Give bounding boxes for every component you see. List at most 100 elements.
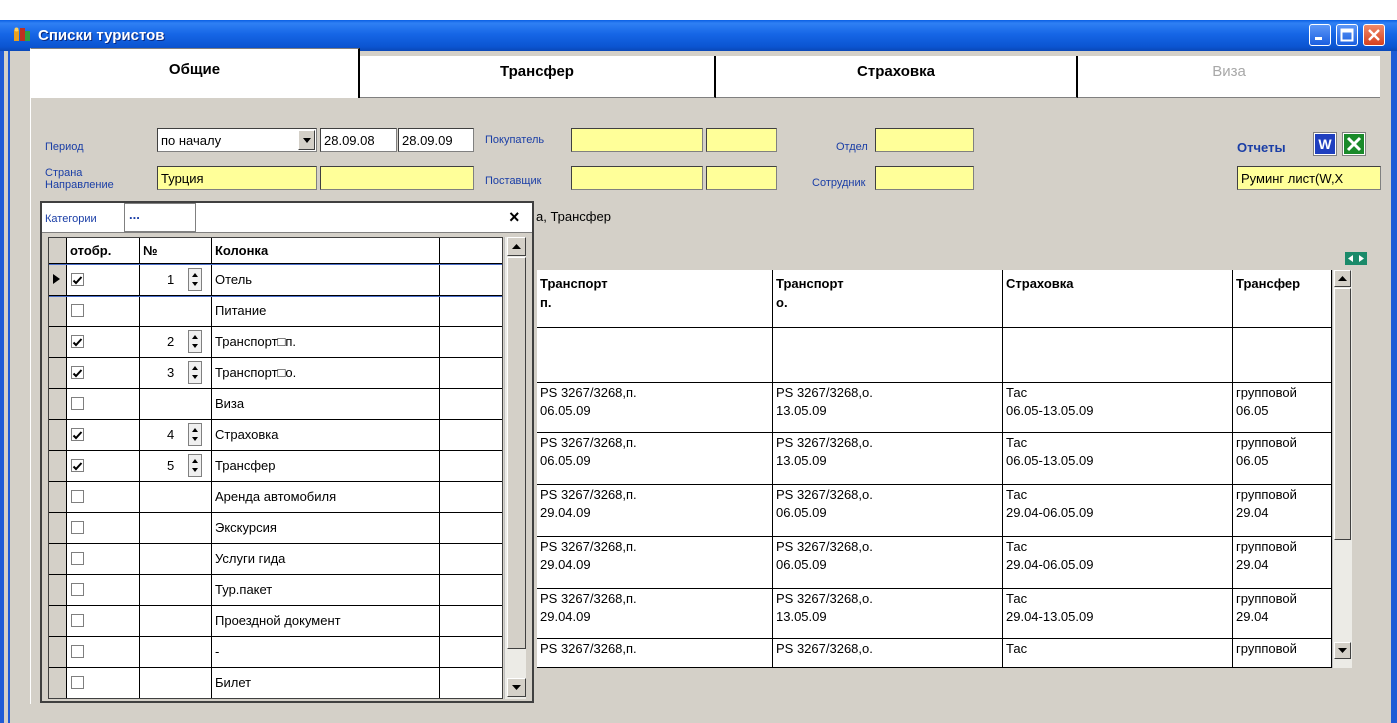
show-checkbox[interactable] bbox=[71, 335, 84, 348]
category-row[interactable]: - bbox=[49, 637, 502, 668]
grid-cell[interactable]: Тас 29.04-06.05.09 bbox=[1003, 537, 1233, 589]
employee-field[interactable] bbox=[875, 166, 974, 190]
category-row[interactable]: Услуги гида bbox=[49, 544, 502, 575]
tab-general[interactable]: Общие bbox=[30, 48, 360, 98]
category-row[interactable]: Экскурсия bbox=[49, 513, 502, 544]
column-header-insurance[interactable]: Страховка bbox=[1003, 270, 1233, 328]
reports-label: Отчеты bbox=[1237, 140, 1286, 155]
scroll-up-button[interactable] bbox=[507, 237, 526, 256]
category-row[interactable]: Питание bbox=[49, 296, 502, 327]
grid-scrollbar[interactable] bbox=[1332, 270, 1352, 668]
column-header-transfer[interactable]: Трансфер bbox=[1233, 270, 1332, 328]
department-field[interactable] bbox=[875, 128, 974, 152]
grid-cell[interactable]: PS 3267/3268,п. 29.04.09 bbox=[537, 537, 773, 589]
show-checkbox[interactable] bbox=[71, 614, 84, 627]
grid-cell[interactable]: PS 3267/3268,п. bbox=[537, 639, 773, 668]
buyer-field[interactable] bbox=[571, 128, 703, 152]
grid-cell[interactable]: PS 3267/3268,п. 29.04.09 bbox=[537, 485, 773, 537]
grid-cell[interactable]: групповой 06.05 bbox=[1233, 433, 1332, 485]
column-header-transport-out[interactable]: Транспорт п. bbox=[537, 270, 773, 328]
categories-scrollbar[interactable] bbox=[504, 237, 526, 699]
close-button[interactable] bbox=[1363, 24, 1385, 46]
tab-insurance[interactable]: Страховка bbox=[716, 56, 1078, 98]
category-row[interactable]: 1 Отель bbox=[49, 264, 502, 297]
close-icon[interactable]: × bbox=[509, 207, 520, 228]
show-checkbox[interactable] bbox=[71, 304, 84, 317]
grid-cell[interactable] bbox=[773, 328, 1003, 383]
excel-icon[interactable] bbox=[1342, 132, 1366, 156]
country-field[interactable]: Турция bbox=[157, 166, 317, 190]
scroll-down-button[interactable] bbox=[507, 678, 526, 697]
category-row[interactable]: Виза bbox=[49, 389, 502, 420]
order-spinner[interactable] bbox=[188, 423, 202, 446]
column-header-transport-back[interactable]: Транспорт о. bbox=[773, 270, 1003, 328]
header-show: отобр. bbox=[70, 243, 112, 258]
order-spinner[interactable] bbox=[188, 361, 202, 384]
grid-cell[interactable] bbox=[1003, 328, 1233, 383]
category-row[interactable]: 5 Трансфер bbox=[49, 451, 502, 482]
categories-picker-button[interactable]: ... bbox=[124, 203, 196, 232]
chevron-down-icon[interactable] bbox=[298, 130, 315, 150]
buyer-code-field[interactable] bbox=[706, 128, 777, 152]
category-row[interactable]: Проездной документ bbox=[49, 606, 502, 637]
scroll-thumb[interactable] bbox=[1334, 288, 1351, 540]
grid-cell[interactable]: Тас 29.04-06.05.09 bbox=[1003, 485, 1233, 537]
report-select[interactable]: Руминг лист(W,X bbox=[1237, 166, 1381, 190]
grid-cell[interactable]: групповой bbox=[1233, 639, 1332, 668]
grid-cell[interactable]: групповой 29.04 bbox=[1233, 589, 1332, 639]
scroll-down-button[interactable] bbox=[1334, 642, 1351, 659]
grid-cell[interactable]: групповой 29.04 bbox=[1233, 485, 1332, 537]
grid-cell[interactable]: PS 3267/3268,о. bbox=[773, 639, 1003, 668]
grid-cell[interactable]: Тас 06.05-13.05.09 bbox=[1003, 433, 1233, 485]
grid-cell[interactable]: PS 3267/3268,п. 06.05.09 bbox=[537, 383, 773, 433]
grid-cell[interactable]: Тас 29.04-13.05.09 bbox=[1003, 589, 1233, 639]
grid-cell[interactable]: Тас 06.05-13.05.09 bbox=[1003, 383, 1233, 433]
grid-cell[interactable] bbox=[537, 328, 773, 383]
show-checkbox[interactable] bbox=[71, 521, 84, 534]
category-row[interactable]: Билет bbox=[49, 668, 502, 698]
show-checkbox[interactable] bbox=[71, 273, 84, 286]
grid-cell[interactable]: PS 3267/3268,о. 13.05.09 bbox=[773, 589, 1003, 639]
show-checkbox[interactable] bbox=[71, 583, 84, 596]
scroll-up-button[interactable] bbox=[1334, 270, 1351, 287]
grid-cell[interactable]: PS 3267/3268,о. 06.05.09 bbox=[773, 537, 1003, 589]
category-name: Трансфер bbox=[215, 458, 276, 473]
show-checkbox[interactable] bbox=[71, 552, 84, 565]
grid-cell[interactable]: PS 3267/3268,п. 29.04.09 bbox=[537, 589, 773, 639]
maximize-button[interactable] bbox=[1336, 24, 1358, 46]
grid-cell[interactable]: групповой 29.04 bbox=[1233, 537, 1332, 589]
show-checkbox[interactable] bbox=[71, 459, 84, 472]
date-from-input[interactable]: 28.09.08 bbox=[320, 128, 397, 152]
minimize-button[interactable] bbox=[1309, 24, 1331, 46]
category-row[interactable]: 3 Транспорт□о. bbox=[49, 358, 502, 389]
direction-field[interactable] bbox=[320, 166, 474, 190]
category-row[interactable]: Аренда автомобиля bbox=[49, 482, 502, 513]
grid-cell[interactable]: Тас bbox=[1003, 639, 1233, 668]
category-row[interactable]: Тур.пакет bbox=[49, 575, 502, 606]
date-to-input[interactable]: 28.09.09 bbox=[398, 128, 474, 152]
period-mode-select[interactable]: по началу bbox=[157, 128, 317, 152]
grid-cell[interactable]: PS 3267/3268,п. 06.05.09 bbox=[537, 433, 773, 485]
word-icon[interactable]: W bbox=[1313, 132, 1337, 156]
supplier-code-field[interactable] bbox=[706, 166, 777, 190]
show-checkbox[interactable] bbox=[71, 397, 84, 410]
supplier-field[interactable] bbox=[571, 166, 703, 190]
order-spinner[interactable] bbox=[188, 268, 202, 291]
expand-columns-icon[interactable] bbox=[1345, 252, 1367, 268]
grid-cell[interactable]: PS 3267/3268,о. 06.05.09 bbox=[773, 485, 1003, 537]
scroll-thumb[interactable] bbox=[507, 257, 526, 649]
order-spinner[interactable] bbox=[188, 330, 202, 353]
show-checkbox[interactable] bbox=[71, 676, 84, 689]
show-checkbox[interactable] bbox=[71, 490, 84, 503]
grid-cell[interactable]: PS 3267/3268,о. 13.05.09 bbox=[773, 383, 1003, 433]
category-row[interactable]: 2 Транспорт□п. bbox=[49, 327, 502, 358]
order-spinner[interactable] bbox=[188, 454, 202, 477]
show-checkbox[interactable] bbox=[71, 645, 84, 658]
show-checkbox[interactable] bbox=[71, 428, 84, 441]
grid-cell[interactable]: групповой 06.05 bbox=[1233, 383, 1332, 433]
grid-cell[interactable]: PS 3267/3268,о. 13.05.09 bbox=[773, 433, 1003, 485]
grid-cell[interactable] bbox=[1233, 328, 1332, 383]
category-row[interactable]: 4 Страховка bbox=[49, 420, 502, 451]
show-checkbox[interactable] bbox=[71, 366, 84, 379]
tab-transfer[interactable]: Трансфер bbox=[360, 56, 716, 98]
